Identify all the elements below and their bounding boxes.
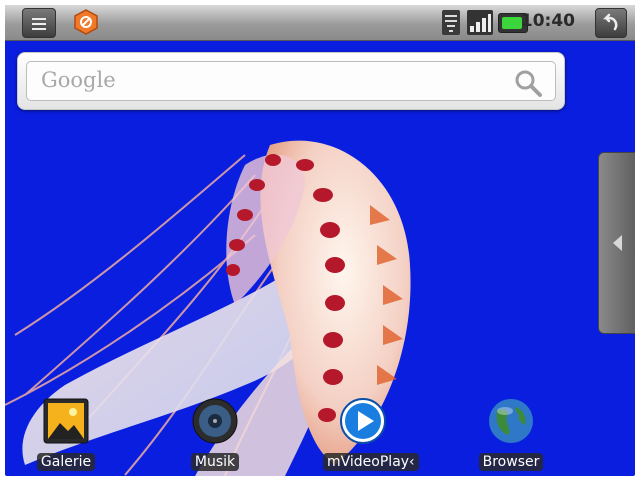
wifi-icon [442, 10, 460, 35]
app-drawer-handle[interactable] [598, 152, 635, 334]
dock-label: Galerie [26, 453, 106, 471]
search-input[interactable]: Google [26, 61, 556, 101]
clock: 10:40 [520, 11, 575, 31]
chevron-left-icon [613, 235, 622, 251]
home-screen: 10:40 Google Galerie Musik mVideoPlay‹ B… [5, 5, 635, 476]
dock-item-musik[interactable]: Musik [175, 397, 255, 476]
back-icon[interactable] [595, 8, 627, 38]
signal-icon [467, 10, 493, 35]
menu-icon[interactable] [22, 8, 56, 38]
dock-label: Browser [471, 453, 551, 471]
dock-item-mvideoplayer[interactable]: mVideoPlay‹ [323, 397, 419, 476]
dock-label: Musik [175, 453, 255, 471]
search-placeholder: Google [41, 68, 116, 92]
dock-item-galerie[interactable]: Galerie [26, 397, 106, 476]
music-icon [192, 398, 238, 444]
video-player-icon [340, 398, 386, 444]
search-icon[interactable] [513, 68, 543, 98]
dock-label: mVideoPlay‹ [323, 453, 419, 471]
google-search-widget[interactable]: Google [17, 52, 565, 110]
notification-app-icon[interactable] [71, 8, 101, 36]
status-bar: 10:40 [5, 5, 635, 41]
dock-item-browser[interactable]: Browser [471, 397, 551, 476]
gallery-icon [43, 398, 89, 444]
browser-icon [489, 399, 533, 443]
